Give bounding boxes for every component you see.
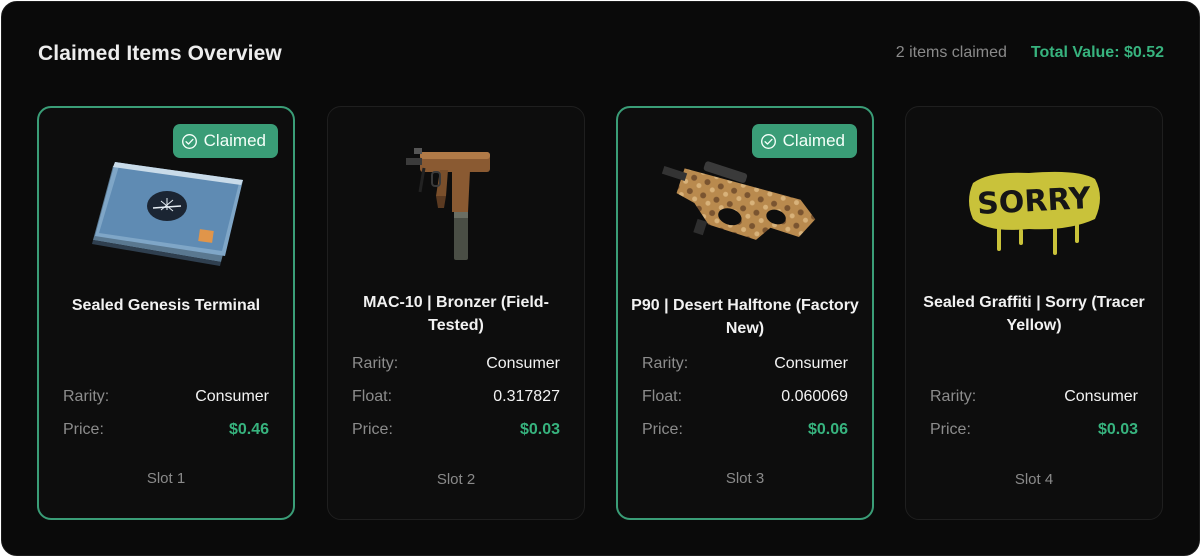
total-value: Total Value: $0.52 (1030, 44, 1164, 61)
items-claimed-count: 2 items claimed (895, 44, 1007, 61)
item-image (39, 134, 293, 284)
float-value: 0.060069 (781, 388, 848, 405)
rarity-row: Rarity: Consumer (642, 355, 848, 373)
item-name: Sealed Genesis Terminal (71, 297, 261, 314)
rarity-label: Rarity: (930, 388, 977, 405)
slot-label: Slot 3 (725, 470, 765, 487)
price-label: Price: (930, 421, 971, 438)
rarity-label: Rarity: (63, 388, 110, 405)
item-image (618, 134, 872, 284)
rarity-value: Consumer (774, 355, 848, 372)
slot-label: Slot 4 (1014, 471, 1054, 488)
price-label: Price: (63, 421, 104, 438)
price-value: $0.06 (807, 421, 848, 438)
rarity-value: Consumer (486, 355, 560, 372)
price-value: $0.03 (519, 421, 560, 438)
item-image (328, 133, 584, 283)
page-title: Claimed Items Overview (38, 42, 282, 65)
price-row: Price: $0.03 (352, 421, 560, 439)
price-value: $0.03 (1097, 421, 1138, 438)
rarity-label: Rarity: (642, 355, 689, 372)
price-value: $0.46 (228, 421, 269, 438)
item-name: MAC-10 | Bronzer (Field-Tested) (363, 294, 549, 334)
price-row: Price: $0.06 (642, 421, 848, 439)
price-label: Price: (642, 421, 683, 438)
item-card-slot-2[interactable]: MAC-10 | Bronzer (Field-Tested) Rarity: … (327, 106, 585, 520)
item-name: P90 | Desert Halftone (Factory New) (631, 297, 859, 337)
item-card-slot-1[interactable]: Claimed Sealed Genesis Terminal Rarity: … (37, 106, 295, 520)
float-row: Float: 0.317827 (352, 388, 560, 406)
slot-label: Slot 2 (436, 471, 476, 488)
float-value: 0.317827 (493, 388, 560, 405)
rarity-value: Consumer (1064, 388, 1138, 405)
item-card-slot-4[interactable]: SORRY Sealed Graffiti | Sorry (Tracer Ye… (905, 106, 1163, 520)
mac10-smg-icon (406, 148, 490, 260)
rarity-row: Rarity: Consumer (63, 388, 269, 406)
terminal-case-icon (92, 162, 243, 266)
item-image: SORRY (906, 133, 1162, 283)
item-card-slot-3[interactable]: Claimed P90 | Desert Halftone (Factory N… (616, 106, 874, 520)
price-row: Price: $0.46 (63, 421, 269, 439)
price-label: Price: (352, 421, 393, 438)
rarity-row: Rarity: Consumer (930, 388, 1138, 406)
float-label: Float: (352, 388, 393, 405)
float-label: Float: (642, 388, 683, 405)
slot-label: Slot 1 (146, 470, 186, 487)
claimed-items-panel: Claimed Items Overview 2 items claimed T… (1, 1, 1200, 556)
p90-smg-icon (661, 161, 816, 240)
rarity-label: Rarity: (352, 355, 399, 372)
float-row: Float: 0.060069 (642, 388, 848, 406)
rarity-row: Rarity: Consumer (352, 355, 560, 373)
claim-summary: 2 items claimed Total Value: $0.52 (896, 44, 1164, 62)
rarity-value: Consumer (195, 388, 269, 405)
graffiti-sorry-icon: SORRY (969, 171, 1100, 255)
graffiti-text: SORRY (976, 181, 1092, 222)
item-name: Sealed Graffiti | Sorry (Tracer Yellow) (923, 294, 1145, 334)
price-row: Price: $0.03 (930, 421, 1138, 439)
